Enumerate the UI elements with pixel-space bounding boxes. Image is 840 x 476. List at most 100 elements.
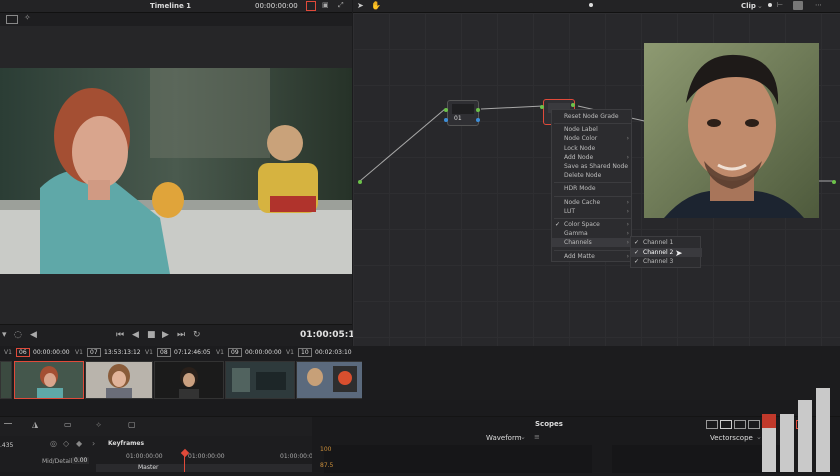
loop-icon[interactable]: ↻ xyxy=(193,330,201,340)
menu-item-channels[interactable]: Channels › xyxy=(552,238,633,248)
channels-submenu: ✓ Channel 1 ✓ Channel 2 ✓ Channel 3 xyxy=(630,236,702,268)
overlay-icon[interactable] xyxy=(6,15,18,24)
clip-number: 07 xyxy=(87,348,101,357)
menu-item-save-as-shared-node[interactable]: Save as Shared Node xyxy=(552,162,633,171)
window-icon[interactable]: ▭ xyxy=(64,420,72,429)
stop-icon[interactable]: ■ xyxy=(147,330,156,340)
magic-mask-icon[interactable]: ▢ xyxy=(128,420,136,429)
vectorscope-label[interactable]: Vectorscope xyxy=(710,434,753,442)
layout-quad-icon[interactable] xyxy=(734,420,746,429)
layout-single-icon[interactable] xyxy=(706,420,718,429)
chevron-down-icon[interactable]: ⌄ xyxy=(520,433,526,441)
speaker-off-icon[interactable]: ▾ xyxy=(2,330,7,340)
checkmark-icon: ✓ xyxy=(555,221,561,228)
menu-item-label: Save as Shared Node xyxy=(564,163,629,170)
volume-icon[interactable]: ◀ xyxy=(30,330,37,340)
master-track[interactable] xyxy=(96,464,312,472)
node-key-input-port[interactable] xyxy=(444,118,448,122)
layout-full-icon[interactable] xyxy=(748,420,760,429)
output-input-port[interactable] xyxy=(832,180,836,184)
menu-item-label: Add Matte xyxy=(564,252,595,260)
chevron-right-icon: › xyxy=(626,153,629,161)
menu-item-label: Reset Node Grade xyxy=(564,113,619,120)
waveform-label[interactable]: Waveform xyxy=(486,434,522,442)
clip-timecode: 00:00:00:00 xyxy=(33,349,70,356)
qualifier-icon[interactable]: ◮ xyxy=(32,420,38,429)
chevron-right-icon: › xyxy=(626,252,629,260)
menu-item-label: Gamma xyxy=(564,230,588,238)
fullscreen-icon[interactable]: ⤢ xyxy=(338,1,344,10)
menu-item-node-color[interactable]: Node Color › xyxy=(552,134,633,143)
skip-back-icon[interactable]: ⏮ xyxy=(116,330,124,340)
node-output-port[interactable] xyxy=(476,108,480,112)
submenu-item-channel-1[interactable]: ✓ Channel 1 xyxy=(631,238,702,247)
zoom-slider-handle[interactable]: ⊢ xyxy=(777,1,783,9)
chevron-right-icon: › xyxy=(626,221,629,228)
node-editor-mode[interactable]: Clip xyxy=(741,2,756,10)
menu-item-node-cache[interactable]: Node Cache › xyxy=(552,198,633,207)
keyframes-title: Keyframes xyxy=(108,440,145,447)
clip-number: 08 xyxy=(157,348,171,357)
settings-icon[interactable]: ≡ xyxy=(534,433,540,441)
menu-separator xyxy=(554,182,631,184)
pointer-icon[interactable]: ➤ xyxy=(357,1,364,10)
left-value: .435 xyxy=(0,442,14,449)
submenu-item-channel-2[interactable]: ✓ Channel 2 xyxy=(631,247,702,257)
diamond-icon[interactable]: ◇ xyxy=(63,439,69,448)
menu-item-add-node[interactable]: Add Node › xyxy=(552,153,633,162)
menu-item-delete-node[interactable]: Delete Node xyxy=(552,171,633,180)
chevron-down-icon[interactable]: ⌄ xyxy=(292,2,298,10)
more-icon[interactable]: ⋯ xyxy=(815,1,822,9)
menu-item-reset-node-grade[interactable]: Reset Node Grade xyxy=(552,112,633,121)
skip-forward-icon[interactable]: ⏭ xyxy=(177,330,185,340)
layout-dual-icon[interactable] xyxy=(720,420,732,429)
menu-item-hdr-mode[interactable]: HDR Mode xyxy=(552,184,633,193)
clip-thumbnails xyxy=(0,358,364,400)
diamond-icon[interactable]: ◆ xyxy=(76,439,82,448)
settings-icon[interactable]: ◌ xyxy=(14,330,22,340)
minus-icon[interactable] xyxy=(4,423,12,424)
record-icon[interactable]: ◎ xyxy=(50,439,57,448)
menu-item-color-space[interactable]: Color Space ✓ › xyxy=(552,220,633,229)
clip-track: V1 xyxy=(145,349,153,356)
menu-item-node-label[interactable]: Node Label xyxy=(552,125,633,134)
chevron-down-icon[interactable]: ⌄ xyxy=(757,2,763,10)
chevron-down-icon[interactable]: ⌄ xyxy=(756,433,762,441)
play-reverse-icon[interactable]: ◀ xyxy=(132,330,139,340)
node-input-port[interactable] xyxy=(444,108,448,112)
mid-detail-value[interactable]: 0.00 xyxy=(72,457,90,464)
sparkle-icon[interactable]: ✧ xyxy=(24,13,31,22)
chevron-down-icon[interactable]: ⌄ xyxy=(180,2,186,10)
node-key-output-port[interactable] xyxy=(476,118,480,122)
node-output-port[interactable] xyxy=(571,103,575,107)
submenu-item-channel-3[interactable]: ✓ Channel 3 xyxy=(631,257,702,266)
chevron-right-icon: › xyxy=(626,239,629,247)
clip-thumb-06[interactable] xyxy=(14,361,84,399)
node-01[interactable]: 01 xyxy=(447,100,479,126)
node-view-icon[interactable] xyxy=(793,1,803,10)
play-icon[interactable]: ▶ xyxy=(162,330,169,340)
menu-item-lut[interactable]: LUT › xyxy=(552,207,633,216)
hand-icon[interactable]: ✋ xyxy=(371,1,381,10)
node-label: 01 xyxy=(454,115,462,122)
clip-thumb-10[interactable] xyxy=(296,361,364,399)
palette-toolbar: ◮ ▭ ⟡ ▢ xyxy=(0,416,312,436)
chevron-right-icon[interactable]: › xyxy=(92,439,95,448)
clip-timecode: 13:53:13:12 xyxy=(104,349,141,356)
menu-item-label: Add Node xyxy=(564,153,594,161)
clip-thumb-05[interactable] xyxy=(0,361,12,399)
source-output-port[interactable] xyxy=(358,180,362,184)
clip-thumb-09[interactable] xyxy=(225,361,295,399)
loop-icon[interactable] xyxy=(306,1,316,11)
menu-separator xyxy=(554,218,631,219)
node-input-port[interactable] xyxy=(540,105,544,109)
clip-thumb-07[interactable] xyxy=(85,361,153,399)
menu-item-lock-node[interactable]: Lock Node xyxy=(552,144,633,153)
clip-thumb-08[interactable] xyxy=(154,361,224,399)
menu-item-add-matte[interactable]: Add Matte › xyxy=(552,252,633,261)
scale-top: 100 xyxy=(320,446,332,453)
viewer-mode-icon[interactable]: ▣ xyxy=(322,1,329,9)
tracker-icon[interactable]: ⟡ xyxy=(96,420,101,430)
menu-item-label: Channels xyxy=(564,239,592,247)
menu-item-gamma[interactable]: Gamma › xyxy=(552,229,633,238)
